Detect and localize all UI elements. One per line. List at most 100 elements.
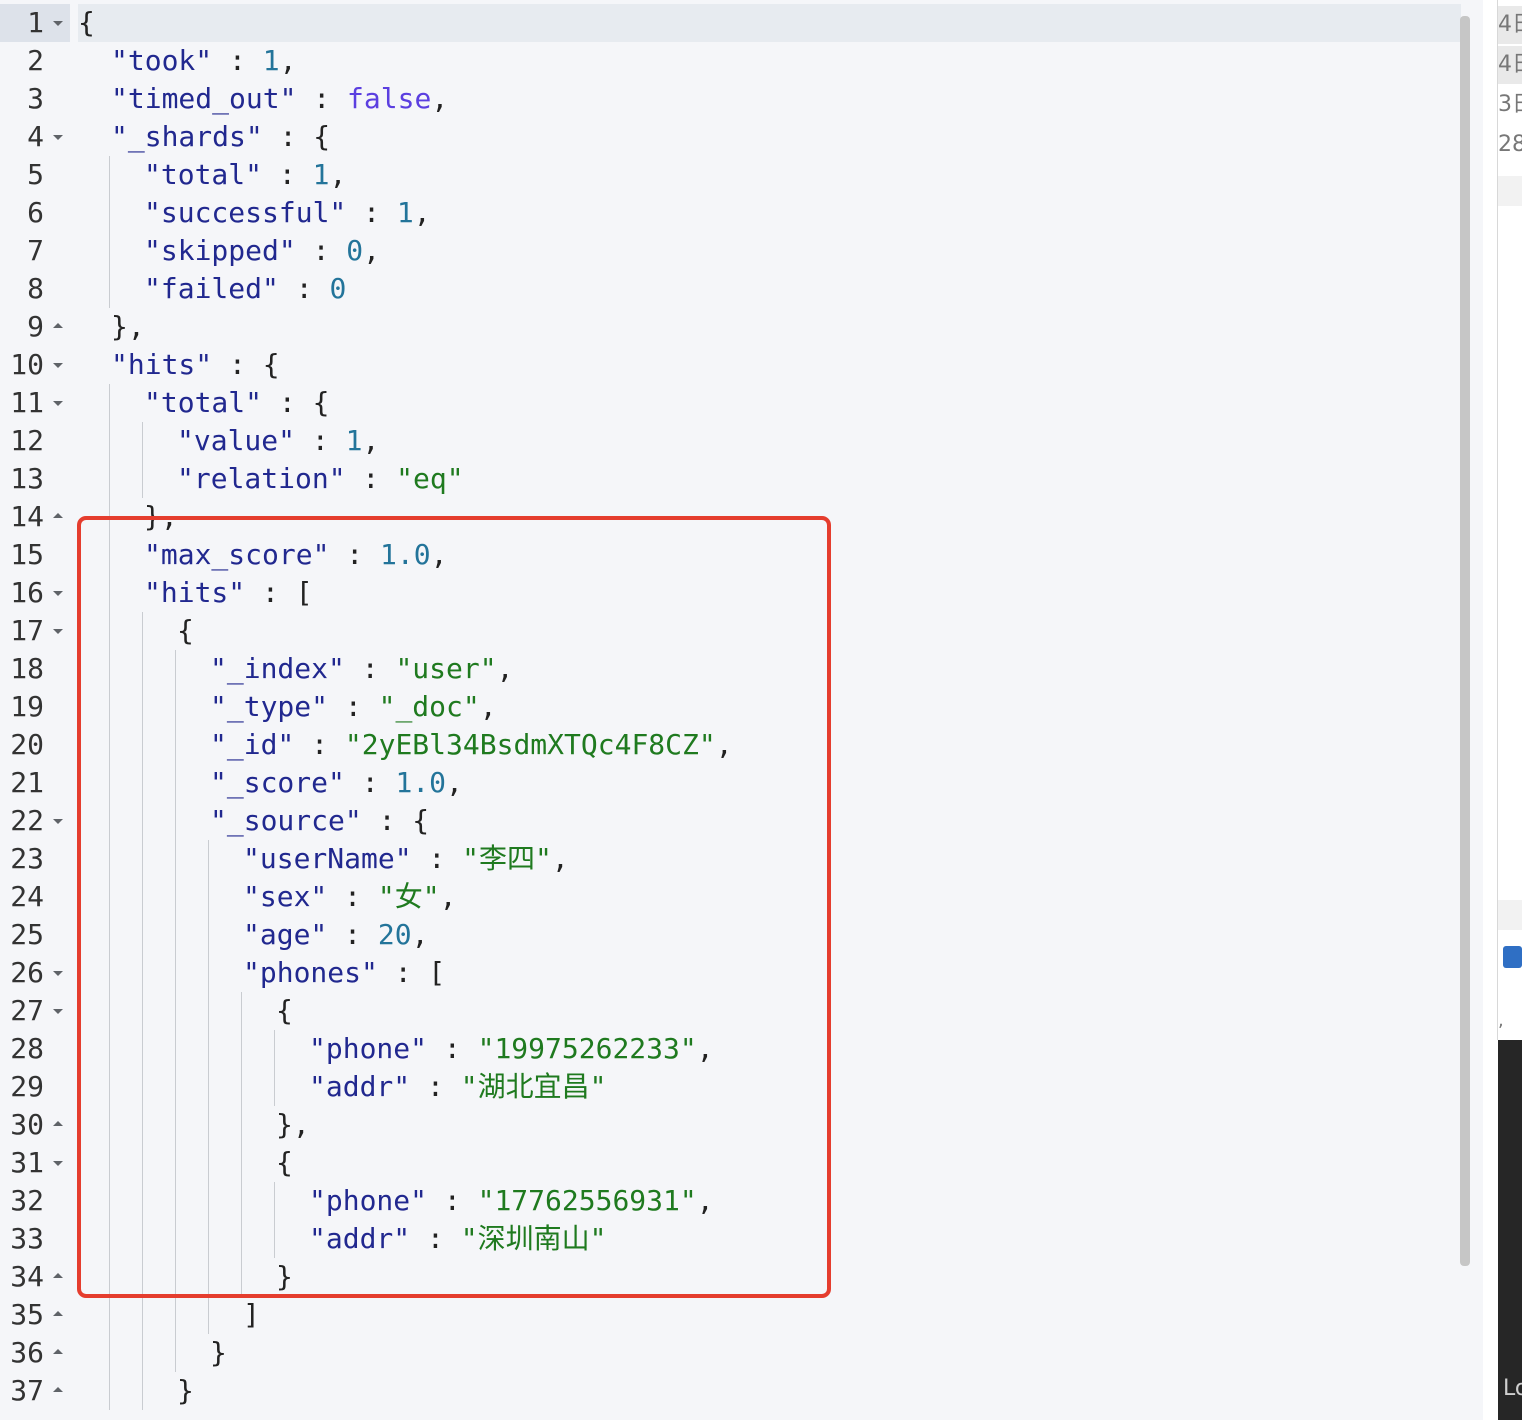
fold-arrow-down-icon[interactable]	[52, 574, 64, 612]
json-punctuation: ]	[243, 1298, 260, 1331]
indent-guide	[175, 1030, 176, 1068]
indent-guide	[241, 992, 242, 1030]
indent-guide	[142, 422, 143, 460]
indent-guide	[109, 270, 110, 308]
background-panel	[1498, 900, 1522, 930]
fold-arrow-up-icon[interactable]	[52, 308, 64, 346]
gutter-line: 2	[0, 42, 70, 80]
code-line[interactable]: "max_score" : 1.0,	[78, 536, 1461, 574]
code-line[interactable]: "addr" : "湖北宜昌"	[78, 1068, 1461, 1106]
code-line[interactable]: },	[78, 308, 1461, 346]
gutter-line: 16	[0, 574, 70, 612]
indent-guide	[208, 954, 209, 992]
code-line[interactable]: "hits" : {	[78, 346, 1461, 384]
code-line[interactable]: "took" : 1,	[78, 42, 1461, 80]
fold-arrow-up-icon[interactable]	[52, 1372, 64, 1410]
indent-guide	[208, 1144, 209, 1182]
code-line[interactable]: "hits" : [	[78, 574, 1461, 612]
json-key: "failed"	[144, 272, 279, 305]
code-line[interactable]: "age" : 20,	[78, 916, 1461, 954]
json-key: "phones"	[243, 956, 378, 989]
json-response-editor[interactable]: 1 2 3 4 5 6 7 8 9 10 11 12 13 14 15 16 17 18 19 20 21 22 23 24 2…	[0, 0, 1483, 1420]
code-text: }	[177, 1372, 194, 1410]
line-number: 6	[27, 196, 44, 229]
vertical-scrollbar[interactable]	[1460, 16, 1470, 1266]
gutter-line: 21	[0, 764, 70, 802]
indent-guide	[241, 1182, 242, 1220]
fold-arrow-down-icon[interactable]	[52, 612, 64, 650]
fold-arrow-up-icon[interactable]	[52, 1106, 64, 1144]
code-line[interactable]: "phone" : "17762556931",	[78, 1182, 1461, 1220]
code-line[interactable]: "value" : 1,	[78, 422, 1461, 460]
code-line[interactable]: "relation" : "eq"	[78, 460, 1461, 498]
code-line[interactable]: {	[78, 4, 1461, 42]
fold-arrow-up-icon[interactable]	[52, 1258, 64, 1296]
code-line[interactable]: "addr" : "深圳南山"	[78, 1220, 1461, 1258]
gutter-line: 5	[0, 156, 70, 194]
json-punctuation: : {	[212, 348, 280, 381]
background-row: 28	[1498, 132, 1522, 157]
code-text: "sex" : "女",	[243, 878, 456, 916]
code-line[interactable]: {	[78, 992, 1461, 1030]
fold-arrow-up-icon[interactable]	[52, 1296, 64, 1334]
line-number: 30	[10, 1108, 44, 1141]
indent-guide	[208, 878, 209, 916]
json-punctuation: :	[346, 196, 397, 229]
code-line[interactable]: {	[78, 612, 1461, 650]
code-line[interactable]: "timed_out" : false,	[78, 80, 1461, 118]
code-line[interactable]: },	[78, 1106, 1461, 1144]
indent-guide	[142, 1182, 143, 1220]
fold-arrow-down-icon[interactable]	[52, 346, 64, 384]
code-line[interactable]: }	[78, 1258, 1461, 1296]
indent-guide	[109, 1182, 110, 1220]
code-line[interactable]: },	[78, 498, 1461, 536]
code-line[interactable]: "skipped" : 0,	[78, 232, 1461, 270]
fold-arrow-up-icon[interactable]	[52, 1334, 64, 1372]
fold-arrow-down-icon[interactable]	[52, 1144, 64, 1182]
code-line[interactable]: "phone" : "19975262233",	[78, 1030, 1461, 1068]
indent-guide	[208, 1068, 209, 1106]
code-line[interactable]: ]	[78, 1296, 1461, 1334]
fold-arrow-down-icon[interactable]	[52, 384, 64, 422]
code-line[interactable]: "successful" : 1,	[78, 194, 1461, 232]
indent-guide	[142, 916, 143, 954]
indent-guide	[109, 1220, 110, 1258]
fold-arrow-down-icon[interactable]	[52, 118, 64, 156]
code-line[interactable]: "failed" : 0	[78, 270, 1461, 308]
indent-guide	[175, 1182, 176, 1220]
fold-arrow-down-icon[interactable]	[52, 802, 64, 840]
code-line[interactable]: "_score" : 1.0,	[78, 764, 1461, 802]
json-key: "_index"	[210, 652, 345, 685]
json-string: "深圳南山"	[460, 1222, 607, 1255]
code-text: "_shards" : {	[111, 118, 330, 156]
line-number: 20	[10, 728, 44, 761]
indent-guide	[142, 1258, 143, 1296]
fold-arrow-up-icon[interactable]	[52, 498, 64, 536]
code-line[interactable]: "_type" : "_doc",	[78, 688, 1461, 726]
indent-guide	[175, 1296, 176, 1334]
code-line[interactable]: "total" : 1,	[78, 156, 1461, 194]
code-line[interactable]: "sex" : "女",	[78, 878, 1461, 916]
json-punctuation: }	[210, 1336, 227, 1369]
code-line[interactable]: }	[78, 1372, 1461, 1410]
code-line[interactable]: }	[78, 1334, 1461, 1372]
line-number: 26	[10, 956, 44, 989]
code-line[interactable]: {	[78, 1144, 1461, 1182]
code-line[interactable]: "_index" : "user",	[78, 650, 1461, 688]
code-line[interactable]: "userName" : "李四",	[78, 840, 1461, 878]
code-text: "_score" : 1.0,	[210, 764, 463, 802]
code-line[interactable]: "_shards" : {	[78, 118, 1461, 156]
fold-arrow-down-icon[interactable]	[52, 992, 64, 1030]
indent-guide	[208, 1296, 209, 1334]
code-line[interactable]: "_source" : {	[78, 802, 1461, 840]
fold-arrow-down-icon[interactable]	[52, 4, 64, 42]
fold-arrow-down-icon[interactable]	[52, 954, 64, 992]
code-line[interactable]: "_id" : "2yEBl34BsdmXTQc4F8CZ",	[78, 726, 1461, 764]
indent-guide	[142, 1106, 143, 1144]
code-line[interactable]: "total" : {	[78, 384, 1461, 422]
code-area[interactable]: {"took" : 1, "timed_out" : false, "_shards…	[78, 4, 1461, 1420]
code-line[interactable]: "phones" : [	[78, 954, 1461, 992]
code-text: "relation" : "eq"	[177, 460, 464, 498]
line-number: 24	[10, 880, 44, 913]
indent-guide	[109, 1106, 110, 1144]
